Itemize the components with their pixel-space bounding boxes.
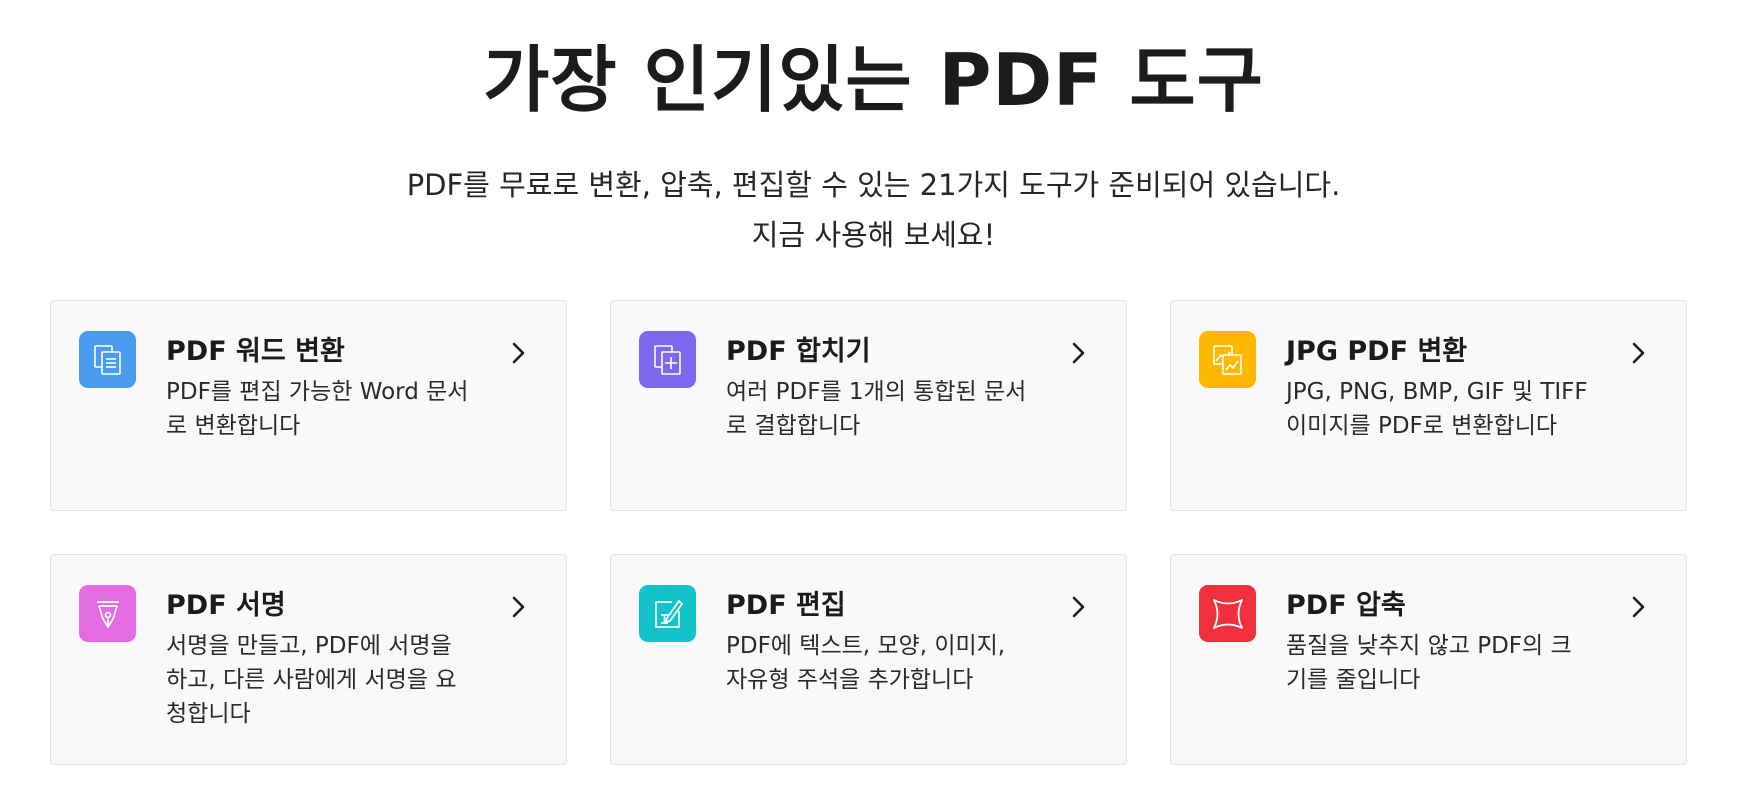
subtitle-line-2: 지금 사용해 보세요! <box>751 218 996 252</box>
chevron-right-icon <box>512 342 525 364</box>
tool-card-pdf-to-word[interactable]: PDF 워드 변환 PDF를 편집 가능한 Word 문서로 변환합니다 <box>50 300 567 511</box>
merge-pdf-icon <box>639 331 696 388</box>
chevron-right-icon <box>1072 596 1085 618</box>
tool-title: PDF 서명 <box>166 590 286 621</box>
subtitle-line-1: PDF를 무료로 변환, 압축, 편집할 수 있는 21가지 도구가 준비되어 … <box>406 168 1341 202</box>
edit-pdf-icon <box>639 585 696 642</box>
tool-title: PDF 합치기 <box>726 336 871 367</box>
tool-description: 여러 PDF를 1개의 통합된 문서로 결합합니다 <box>726 379 1027 439</box>
tool-description: 품질을 낮추지 않고 PDF의 크기를 줄입니다 <box>1286 633 1572 693</box>
tool-title: PDF 편집 <box>726 590 846 621</box>
pdf-to-word-icon <box>79 331 136 388</box>
tool-description: JPG, PNG, BMP, GIF 및 TIFF 이미지를 PDF로 변환합니… <box>1286 379 1588 439</box>
chevron-right-icon <box>1632 596 1645 618</box>
tool-card-sign-pdf[interactable]: PDF 서명 서명을 만들고, PDF에 서명을 하고, 다른 사람에게 서명을… <box>50 554 567 765</box>
chevron-right-icon <box>512 596 525 618</box>
page-subtitle: PDF를 무료로 변환, 압축, 편집할 수 있는 21가지 도구가 준비되어 … <box>0 160 1747 260</box>
chevron-right-icon <box>1072 342 1085 364</box>
tool-card-merge-pdf[interactable]: PDF 합치기 여러 PDF를 1개의 통합된 문서로 결합합니다 <box>610 300 1127 511</box>
tool-card-compress-pdf[interactable]: PDF 압축 품질을 낮추지 않고 PDF의 크기를 줄입니다 <box>1170 554 1687 765</box>
image-to-pdf-icon <box>1199 331 1256 388</box>
tool-description: 서명을 만들고, PDF에 서명을 하고, 다른 사람에게 서명을 요청합니다 <box>166 633 457 727</box>
tool-title: JPG PDF 변환 <box>1286 336 1468 367</box>
tool-title: PDF 워드 변환 <box>166 336 345 367</box>
tool-title: PDF 압축 <box>1286 590 1406 621</box>
page: 가장 인기있는 PDF 도구 PDF를 무료로 변환, 압축, 편집할 수 있는… <box>0 0 1747 796</box>
tool-description: PDF를 편집 가능한 Word 문서로 변환합니다 <box>166 379 469 439</box>
compress-pdf-icon <box>1199 585 1256 642</box>
tool-description: PDF에 텍스트, 모양, 이미지, 자유형 주석을 추가합니다 <box>726 633 1006 693</box>
tool-grid: PDF 워드 변환 PDF를 편집 가능한 Word 문서로 변환합니다 PDF… <box>50 300 1690 765</box>
tool-card-edit-pdf[interactable]: PDF 편집 PDF에 텍스트, 모양, 이미지, 자유형 주석을 추가합니다 <box>610 554 1127 765</box>
chevron-right-icon <box>1632 342 1645 364</box>
tool-card-jpg-to-pdf[interactable]: JPG PDF 변환 JPG, PNG, BMP, GIF 및 TIFF 이미지… <box>1170 300 1687 511</box>
page-title: 가장 인기있는 PDF 도구 <box>483 38 1264 122</box>
pen-nib-icon <box>79 585 136 642</box>
